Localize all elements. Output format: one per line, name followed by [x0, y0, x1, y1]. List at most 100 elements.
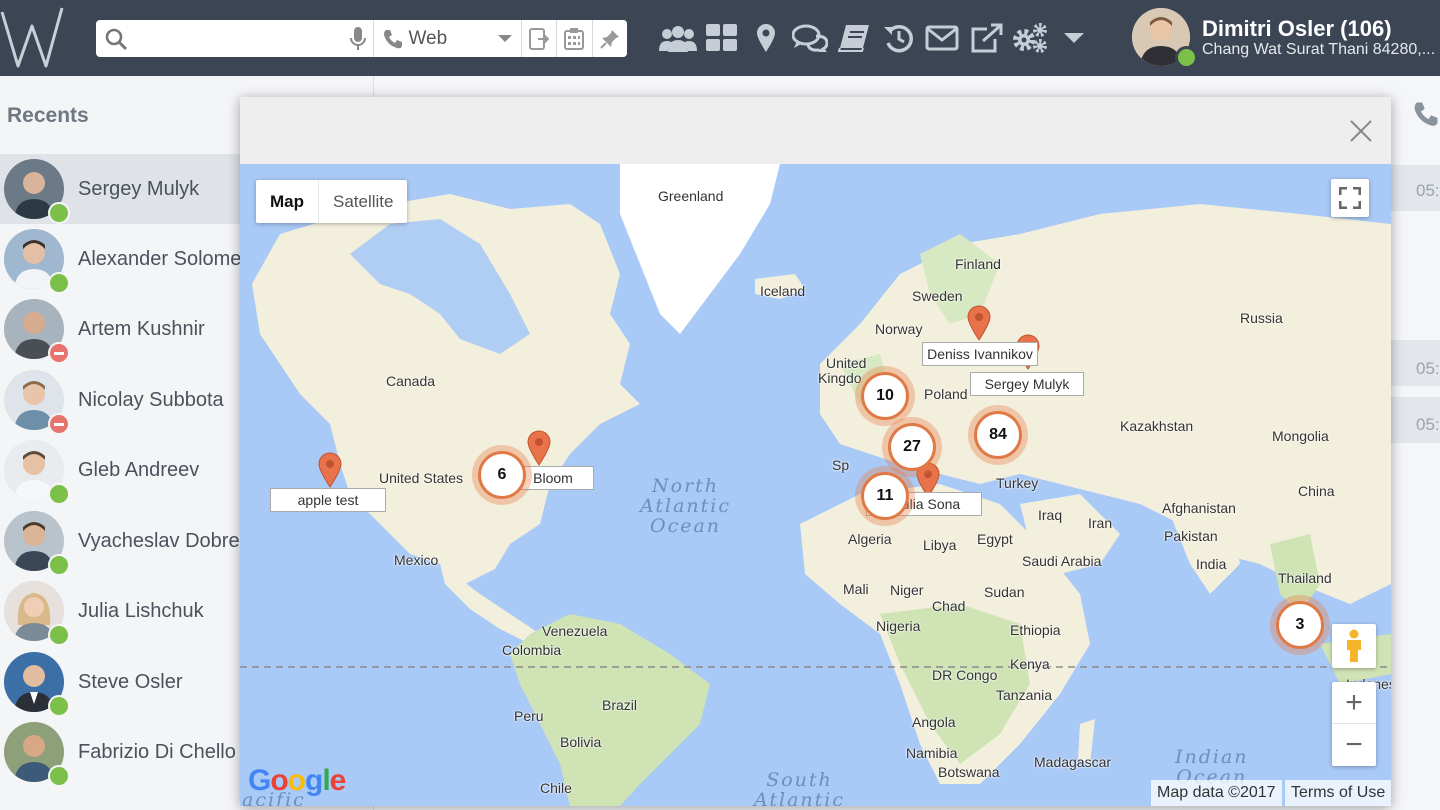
place-label: Turkey — [996, 475, 1039, 491]
recents-title: Recents — [7, 104, 89, 127]
map-dialog: Greenland Iceland Finland Sweden Norway … — [240, 97, 1391, 806]
place-label: Algeria — [848, 531, 892, 547]
map-cluster[interactable]: 6 — [472, 445, 532, 505]
dropdown-caret-icon[interactable] — [1052, 18, 1096, 58]
contact-name: Sergey Mulyk — [78, 178, 200, 200]
fullscreen-button[interactable] — [1331, 179, 1369, 217]
place-label: Canada — [386, 373, 436, 389]
user-name: Dimitri Osler (106) — [1202, 16, 1392, 41]
message-time: 05: — [1416, 415, 1440, 434]
toolbar-icons — [656, 18, 1096, 58]
status-badge — [48, 765, 70, 787]
message-time: 05: — [1416, 359, 1440, 378]
place-label: Libya — [923, 537, 957, 553]
map-type-control: Map Satellite — [256, 180, 408, 223]
place-label: Russia — [1240, 310, 1283, 326]
street-view-button[interactable] — [1332, 624, 1376, 668]
zoom-in-button[interactable]: + — [1332, 682, 1376, 724]
place-label: Iceland — [760, 283, 806, 299]
place-label: Pakistan — [1164, 528, 1218, 544]
terms-link[interactable]: Terms of Use — [1285, 780, 1391, 806]
contact-name: Vyacheslav Dobre — [78, 530, 240, 552]
contacts-icon[interactable] — [656, 18, 700, 58]
message-time: 05: — [1416, 181, 1440, 200]
status-badge — [48, 483, 70, 505]
call-icon[interactable] — [1412, 100, 1440, 133]
place-label: Mali — [843, 581, 869, 597]
ocean-label: South Atlantic — [754, 769, 846, 806]
user-profile[interactable]: Dimitri Osler (106) Chang Wat Surat Than… — [1132, 8, 1435, 70]
status-badge — [48, 624, 70, 646]
place-label: Chad — [932, 598, 966, 614]
place-label: Ethiopia — [1010, 622, 1061, 638]
place-label: Mongolia — [1272, 428, 1329, 444]
map-pin-icon[interactable] — [967, 305, 991, 341]
notebook-icon[interactable] — [832, 18, 876, 58]
chat-icon[interactable] — [788, 18, 832, 58]
contact-name: Fabrizio Di Chello — [78, 741, 236, 763]
place-label: Norway — [875, 321, 923, 337]
place-label: Angola — [912, 714, 956, 730]
microphone-icon[interactable] — [343, 20, 374, 57]
apps-grid-icon[interactable] — [700, 18, 744, 58]
cluster-count: 27 — [888, 423, 936, 471]
map-pin-icon[interactable] — [318, 452, 342, 488]
history-icon[interactable] — [876, 18, 920, 58]
place-label: Kenya — [1010, 656, 1050, 672]
call-forward-icon — [529, 27, 550, 50]
map-pin-icon[interactable] — [527, 430, 551, 466]
chevron-down-icon — [497, 34, 512, 42]
place-label: Chile — [540, 780, 572, 796]
place-label: United — [826, 355, 867, 371]
call-mode-label: Web — [408, 27, 448, 49]
place-label: Bolivia — [560, 734, 602, 750]
place-label: Brazil — [602, 697, 638, 713]
place-label: Nigeria — [876, 618, 921, 634]
contact-name: Julia Lishchuk — [78, 600, 204, 622]
place-label: Namibia — [906, 745, 958, 761]
place-label: United States — [379, 470, 464, 486]
app-logo[interactable] — [0, 4, 70, 70]
phone-icon — [384, 29, 403, 48]
external-link-icon[interactable] — [964, 18, 1008, 58]
cluster-count: 3 — [1276, 601, 1324, 649]
fullscreen-icon — [1339, 187, 1361, 209]
place-label: Iran — [1088, 515, 1113, 531]
settings-icon[interactable] — [1008, 18, 1052, 58]
pegman-icon — [1347, 629, 1361, 662]
pin-label[interactable]: Deniss Ivannikov — [922, 342, 1038, 366]
map-cluster[interactable]: 27 — [882, 417, 942, 477]
map-type-satellite-button[interactable]: Satellite — [319, 180, 407, 223]
search-input[interactable] — [135, 20, 343, 57]
contact-name: Gleb Andreev — [78, 459, 200, 481]
zoom-out-button[interactable]: − — [1332, 724, 1376, 766]
place-label: China — [1298, 483, 1335, 499]
dialpad-button[interactable] — [556, 20, 592, 57]
map-type-map-button[interactable]: Map — [256, 180, 319, 223]
pin-button[interactable] — [591, 20, 627, 57]
map-cluster[interactable]: 84 — [968, 405, 1028, 465]
pin-label[interactable]: apple test — [270, 488, 386, 512]
close-icon[interactable] — [1347, 117, 1375, 145]
world-map[interactable]: Greenland Iceland Finland Sweden Norway … — [240, 164, 1391, 806]
pin-icon — [600, 29, 619, 49]
status-badge — [48, 554, 70, 576]
cluster-count: 11 — [861, 472, 909, 520]
place-label: Sweden — [912, 288, 963, 304]
location-pin-icon[interactable] — [744, 18, 788, 58]
place-label: Egypt — [977, 531, 1013, 547]
search-icon[interactable] — [96, 20, 136, 57]
place-label: Colombia — [502, 642, 562, 658]
top-bar: Web Dimitri Osler (106) Chang Wat Surat … — [0, 0, 1440, 76]
cluster-count: 10 — [861, 372, 909, 420]
place-label: Kingdo — [818, 370, 862, 386]
call-forward-button[interactable] — [520, 20, 557, 57]
map-cluster[interactable]: 3 — [1270, 595, 1330, 655]
pin-label[interactable]: Sergey Mulyk — [970, 372, 1084, 396]
call-mode-select[interactable]: Web — [373, 20, 520, 57]
place-label: Iraq — [1038, 507, 1063, 523]
cluster-count: 6 — [478, 451, 526, 499]
mail-icon[interactable] — [920, 18, 964, 58]
status-badge — [48, 695, 70, 717]
zoom-control: + − — [1332, 682, 1376, 766]
